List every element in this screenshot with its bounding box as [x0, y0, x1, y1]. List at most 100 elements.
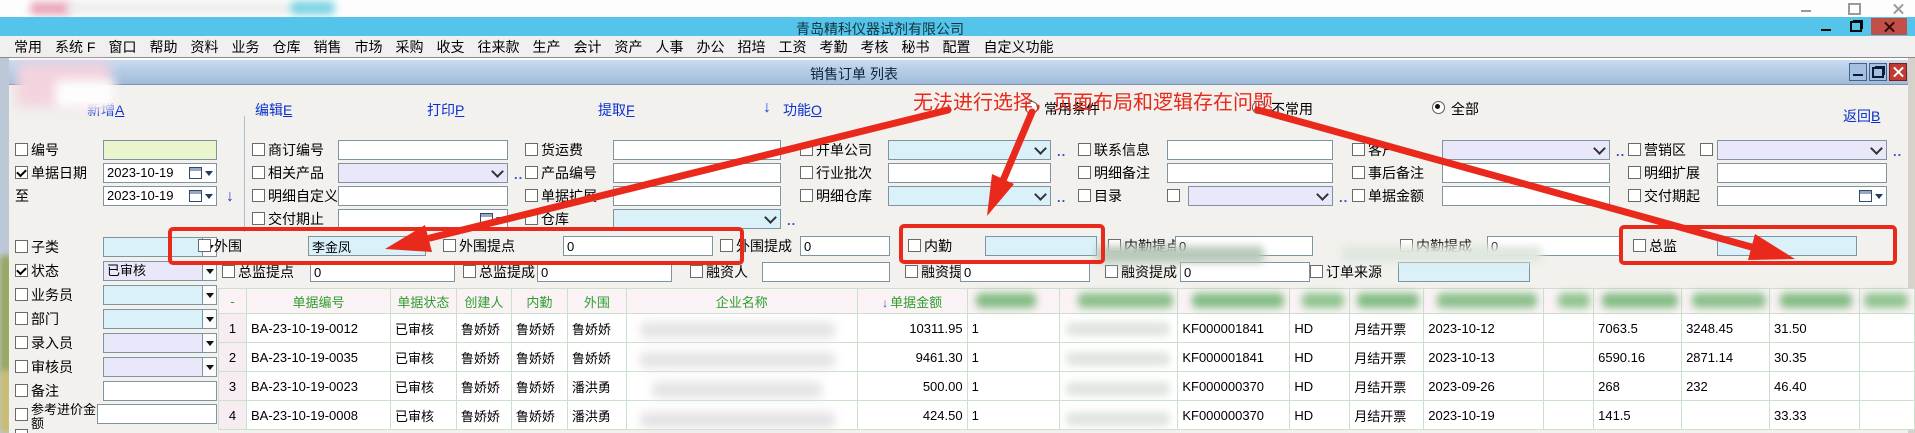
cell-qty[interactable]: 1	[967, 401, 1060, 430]
col-censored[interactable]	[1350, 289, 1424, 314]
luruyuan-dropdown-button[interactable]	[202, 333, 217, 353]
cell-order-no[interactable]: BA-23-10-19-0012	[246, 314, 390, 343]
cell-neiqin[interactable]: 鲁娇娇	[511, 372, 567, 401]
lianxi-xinxi-checkbox[interactable]	[1078, 143, 1091, 156]
neiqin-tidian-input[interactable]	[1175, 236, 1313, 256]
yewuyuan-dropdown-button[interactable]	[202, 285, 217, 305]
more-button[interactable]: ..	[787, 213, 796, 228]
col-censored[interactable]	[967, 289, 1060, 314]
more-button[interactable]: ..	[1616, 144, 1625, 159]
neiqin-checkbox[interactable]	[908, 239, 921, 252]
more-button[interactable]: ..	[514, 167, 523, 182]
cell-creator[interactable]: 鲁娇娇	[456, 401, 511, 430]
cell-qty[interactable]: 1	[967, 372, 1060, 401]
luruyuan-checkbox[interactable]	[15, 336, 28, 349]
jiaofu-qiqi-datepicker[interactable]	[1717, 186, 1887, 206]
cell-tag[interactable]: HD	[1290, 343, 1350, 372]
jiaofu-qiqi-checkbox[interactable]	[1628, 189, 1641, 202]
cell-status[interactable]: 已审核	[390, 401, 456, 430]
kehu-checkbox[interactable]	[1352, 143, 1365, 156]
cell-code[interactable]: KF000000370	[1178, 401, 1290, 430]
subwindow-close-button[interactable]	[1889, 63, 1907, 81]
cell-tag[interactable]: HD	[1290, 401, 1350, 430]
cell-neiqin[interactable]: 鲁娇娇	[511, 314, 567, 343]
cell-censored[interactable]	[1060, 343, 1178, 372]
cankao-jinjia-input[interactable]	[97, 404, 217, 424]
bianhao-input[interactable]	[103, 140, 217, 160]
mingxi-beizhu-checkbox[interactable]	[1078, 166, 1091, 179]
cell-v3[interactable]: 33.33	[1770, 401, 1860, 430]
app-close-button[interactable]	[1871, 18, 1907, 35]
col-censored[interactable]	[1594, 289, 1682, 314]
zhi-datepicker[interactable]: 2023-10-19	[103, 186, 217, 206]
more-button[interactable]: ..	[1339, 190, 1348, 205]
menu-item[interactable]: 会计	[573, 37, 601, 57]
zongjian-checkbox[interactable]	[1633, 239, 1646, 252]
col-censored[interactable]	[1178, 289, 1290, 314]
danju-riqi-checkbox[interactable]	[15, 166, 28, 179]
cell-waiwei[interactable]: 鲁娇娇	[567, 314, 626, 343]
zhuangtai-combobox[interactable]: 已审核	[103, 261, 203, 281]
menu-item[interactable]: 系统 F	[55, 37, 95, 57]
os-minimize-button[interactable]	[1798, 0, 1814, 16]
menu-item[interactable]: 工资	[778, 37, 806, 57]
cell-amount[interactable]: 424.50	[857, 401, 967, 430]
mulu-extra-checkbox[interactable]	[1167, 189, 1180, 202]
zongjian-tidian-checkbox[interactable]	[222, 265, 235, 278]
menu-item[interactable]: 资产	[614, 37, 642, 57]
col-censored[interactable]	[1290, 289, 1350, 314]
cell-waiwei[interactable]: 潘洪勇	[567, 372, 626, 401]
zongjian-tidian-input[interactable]	[310, 262, 455, 282]
rongziren-checkbox[interactable]	[690, 265, 703, 278]
zilei-checkbox[interactable]	[15, 240, 28, 253]
shangding-bianhao-checkbox[interactable]	[252, 143, 265, 156]
edit-button[interactable]: 编辑E	[255, 100, 292, 120]
menu-item[interactable]: 招培	[737, 37, 765, 57]
menu-item[interactable]: 考勤	[819, 37, 847, 57]
menu-item[interactable]: 自定义功能	[983, 37, 1053, 57]
cangku-combobox[interactable]	[613, 209, 781, 229]
mulu-combobox[interactable]	[1188, 186, 1333, 206]
menu-item[interactable]: 市场	[354, 37, 382, 57]
cell-status[interactable]: 已审核	[390, 343, 456, 372]
bumen-dropdown-button[interactable]	[202, 309, 217, 329]
yewuyuan-checkbox[interactable]	[15, 288, 28, 301]
cell-qty[interactable]: 1	[967, 343, 1060, 372]
jiaofu-qizhi-checkbox[interactable]	[252, 212, 265, 225]
mingxi-beizhu-input[interactable]	[1167, 163, 1333, 183]
xiangguan-chanpin-checkbox[interactable]	[252, 166, 265, 179]
cell-blank[interactable]	[1544, 401, 1594, 430]
zongjian-ticheng-checkbox[interactable]	[463, 265, 476, 278]
cell-creator[interactable]: 鲁娇娇	[456, 314, 511, 343]
cell-company-censored[interactable]	[626, 401, 857, 430]
huoyunfei-checkbox[interactable]	[525, 143, 538, 156]
mulu-checkbox[interactable]	[1078, 189, 1091, 202]
cell-order-no[interactable]: BA-23-10-19-0008	[246, 401, 390, 430]
cell-amount[interactable]: 9461.30	[857, 343, 967, 372]
waiwei-checkbox[interactable]	[198, 239, 211, 252]
cell-blank[interactable]	[1859, 314, 1914, 343]
luruyuan-combobox[interactable]	[103, 333, 203, 353]
menu-item[interactable]: 收支	[436, 37, 464, 57]
menu-item[interactable]: 业务	[231, 37, 259, 57]
chanpin-bianhao-input[interactable]	[613, 163, 781, 183]
yingxiaoqu-checkbox[interactable]	[1628, 143, 1641, 156]
col-censored[interactable]	[1859, 289, 1914, 314]
clipped-checkbox[interactable]	[15, 429, 28, 433]
cell-neiqin[interactable]: 鲁娇娇	[511, 401, 567, 430]
kehu-combobox[interactable]	[1442, 140, 1610, 160]
neiqin-ticheng-checkbox[interactable]	[1400, 239, 1413, 252]
menu-item[interactable]: 帮助	[149, 37, 177, 57]
more-button[interactable]: ..	[1057, 144, 1066, 159]
col-censored[interactable]	[1544, 289, 1594, 314]
cell-amount[interactable]: 10311.95	[857, 314, 967, 343]
bumen-combobox[interactable]	[103, 309, 203, 329]
col-neiqin[interactable]: 内勤	[511, 289, 567, 314]
hangye-pici-checkbox[interactable]	[800, 166, 813, 179]
chanpin-bianhao-checkbox[interactable]	[525, 166, 538, 179]
menu-item[interactable]: 办公	[696, 37, 724, 57]
cell-v3[interactable]: 30.35	[1770, 343, 1860, 372]
cell-date[interactable]: 2023-10-12	[1424, 314, 1544, 343]
danju-jine-checkbox[interactable]	[1352, 189, 1365, 202]
mingxi-cangku-combobox[interactable]	[888, 186, 1051, 206]
